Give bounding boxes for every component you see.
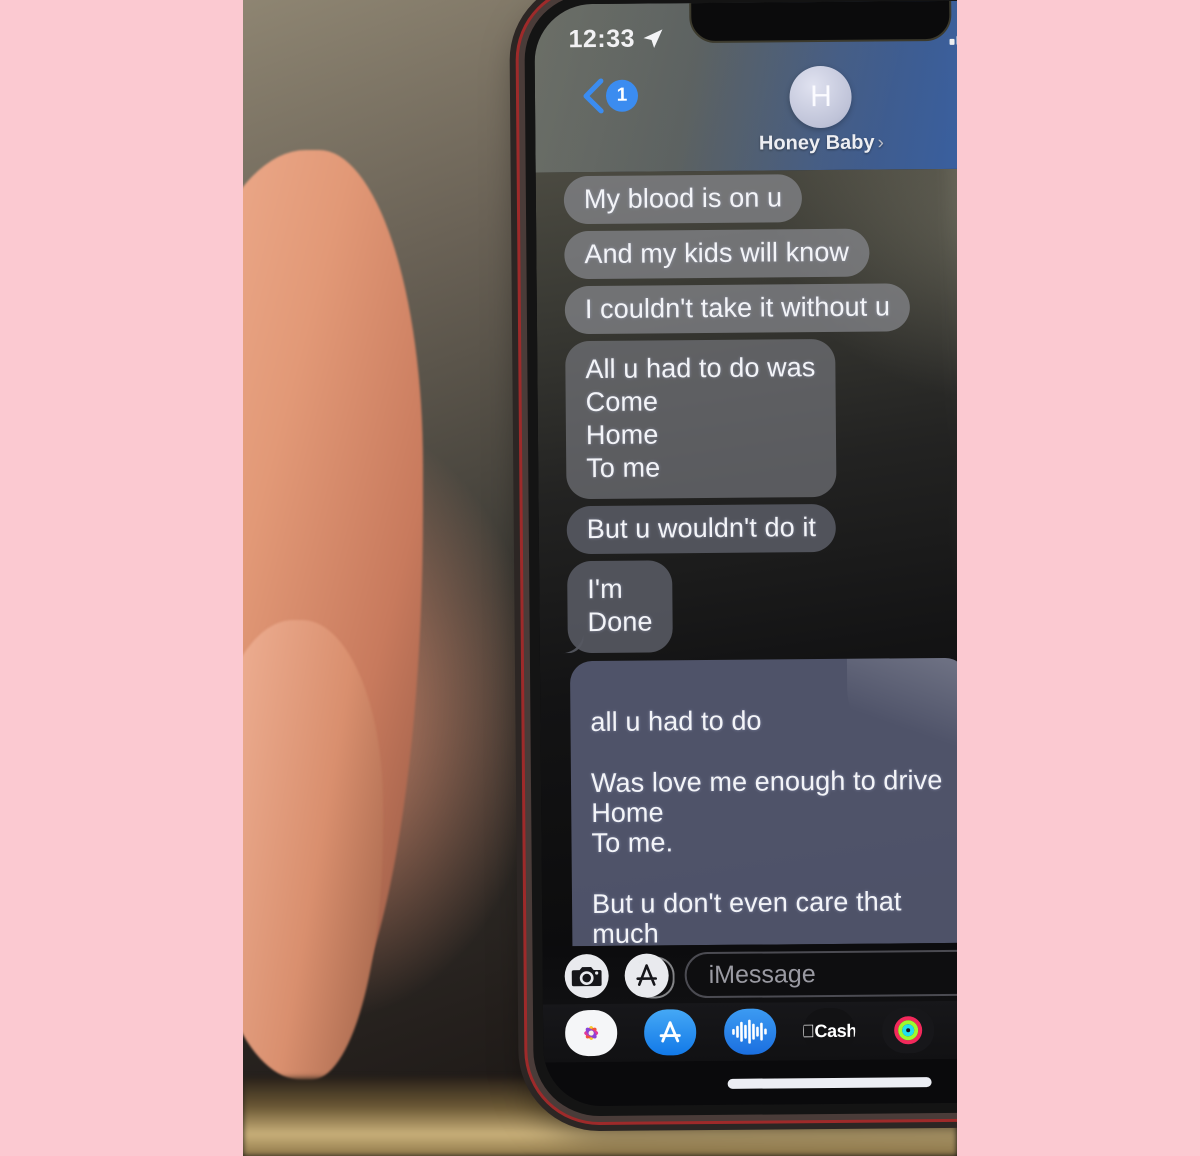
app-icon-audio[interactable]: [723, 1008, 777, 1055]
status-left: 12:33: [568, 24, 664, 54]
photos-icon: [584, 1026, 599, 1041]
chevron-right-icon: ›: [877, 131, 884, 154]
message-text: all u had to do Was love me enough to dr…: [590, 705, 943, 947]
camera-icon: [571, 967, 602, 987]
camera-button[interactable]: [564, 953, 609, 999]
app-store-icon: [659, 1021, 682, 1043]
message-row: And my kids will know: [536, 227, 957, 280]
message-row: I'm Done: [539, 557, 957, 654]
message-bubble-incoming[interactable]: I couldn't take it without u: [564, 283, 911, 335]
message-input-bar: iMessage: [542, 941, 957, 1007]
app-icon-appstore[interactable]: [644, 1009, 697, 1056]
app-store-button[interactable]: [624, 953, 669, 998]
imessage-input[interactable]: iMessage: [684, 948, 957, 999]
contact-header[interactable]: H Honey Baby ›: [758, 65, 884, 155]
message-bubble-incoming[interactable]: My blood is on u: [563, 174, 803, 225]
message-bubble-incoming[interactable]: And my kids will know: [564, 228, 870, 280]
message-row: All u had to do was Come Home To me: [537, 337, 957, 500]
location-arrow-icon: [643, 28, 663, 48]
app-icon-cash[interactable]: Cash: [802, 1007, 856, 1055]
message-row: all u had to do Was love me enough to dr…: [540, 656, 957, 947]
message-bubble-incoming[interactable]: All u had to do was Come Home To me: [565, 339, 837, 500]
photo-of-phone: 1 H Honey Baby › 12:33 My blood is on u …: [243, 0, 957, 1156]
status-right: LTE: [949, 22, 957, 49]
imessage-placeholder: iMessage: [708, 959, 816, 989]
message-row: My blood is on u: [536, 172, 957, 225]
message-bubble-incoming[interactable]: I'm Done: [567, 560, 673, 654]
message-thread[interactable]: My blood is on u And my kids will know I…: [535, 167, 957, 947]
app-store-icon: [636, 964, 658, 986]
contact-name-label: Honey Baby: [758, 131, 875, 155]
iphone-screen: 1 H Honey Baby › 12:33 My blood is on u …: [534, 0, 957, 1107]
app-icon-cash-label: Cash: [807, 1020, 855, 1041]
chevron-left-icon: [583, 78, 604, 114]
home-indicator-bar[interactable]: [727, 1077, 932, 1089]
status-time: 12:33: [568, 24, 636, 53]
activity-rings-icon: [894, 1016, 923, 1045]
iphone-device: 1 H Honey Baby › 12:33 My blood is on u …: [524, 0, 957, 1117]
unread-badge: 1: [605, 79, 639, 112]
apple-cash-icon: : [803, 1021, 815, 1042]
avatar: H: [789, 65, 853, 129]
message-bubble-outgoing[interactable]: all u had to do Was love me enough to dr…: [569, 657, 957, 947]
app-icon-fitness[interactable]: [882, 1007, 935, 1054]
app-icon-photos[interactable]: [564, 1009, 618, 1057]
cellular-bars-icon: [949, 27, 957, 45]
message-row: But u wouldn't do it: [539, 501, 957, 555]
left-hand-fingers: [243, 620, 383, 1080]
app-drawer: Cash: [542, 999, 957, 1063]
message-bubble-incoming[interactable]: But u wouldn't do it: [566, 503, 837, 555]
contact-name-row: Honey Baby ›: [759, 131, 884, 155]
notch: [688, 0, 952, 44]
audio-waveform-icon: [731, 1019, 767, 1044]
message-row: I couldn't take it without u: [537, 282, 957, 335]
back-button[interactable]: 1: [582, 78, 639, 114]
screen-glare: [846, 657, 957, 749]
